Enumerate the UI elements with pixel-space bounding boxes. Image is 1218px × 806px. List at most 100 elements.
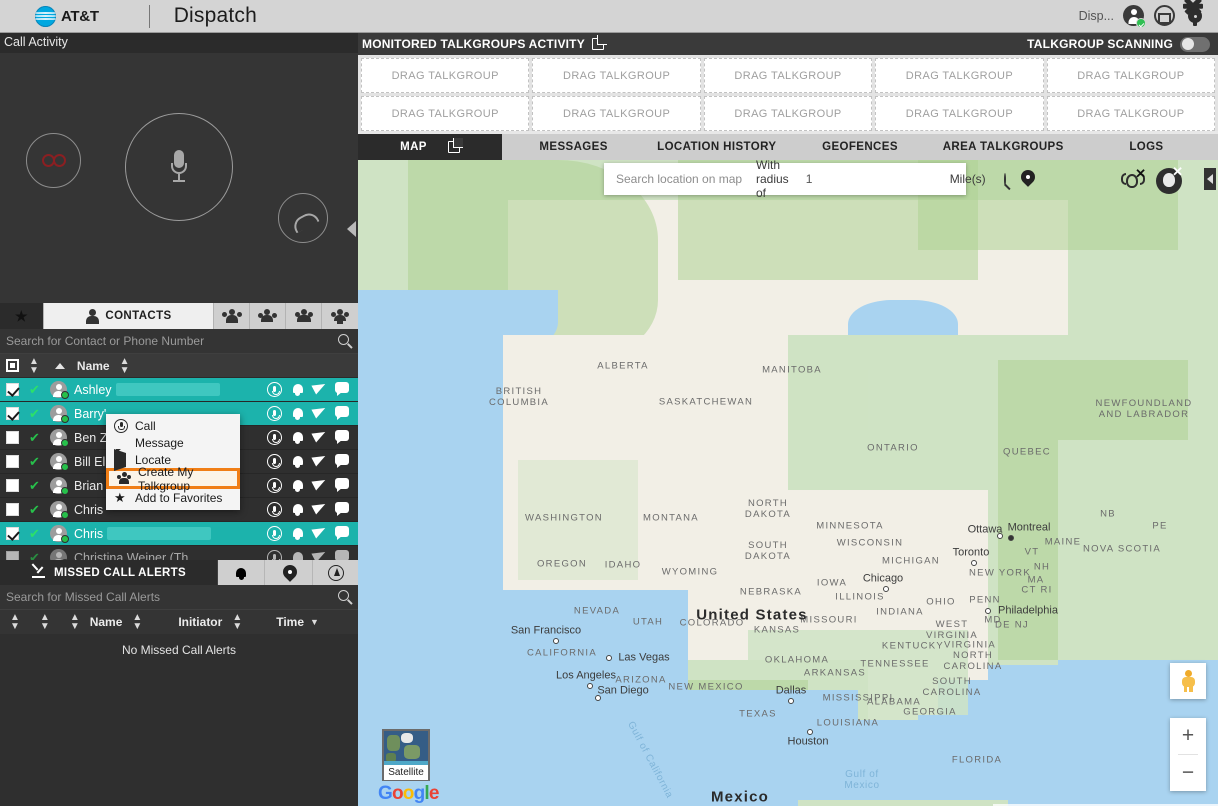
talkgroup-slot[interactable]: DRAG TALKGROUP [1046,96,1216,131]
tab-locations[interactable] [265,560,313,585]
tab-missed-call-alerts[interactable]: MISSED CALL ALERTS [0,560,218,585]
sort-col-3[interactable]: ▲ ▼ [70,613,80,632]
talkgroup-slot[interactable]: DRAG TALKGROUP [361,96,530,131]
talkgroup-scanning-toggle[interactable] [1180,36,1210,52]
talkgroup-slot[interactable]: DRAG TALKGROUP [875,58,1044,93]
popout-icon[interactable] [591,35,607,50]
call-icon[interactable] [267,454,282,469]
message-icon[interactable] [335,550,349,560]
street-view-pegman-icon[interactable] [1170,663,1206,699]
row-checkbox[interactable] [6,527,19,540]
push-to-talk-button[interactable] [125,113,233,221]
contact-context-menu[interactable]: Call Message Locate Create My Talkgroup [106,414,240,510]
missed-calls-search-input[interactable] [0,590,300,604]
zoom-in-button[interactable]: + [1170,718,1206,754]
row-checkbox[interactable] [6,431,19,444]
row-checkbox[interactable] [6,455,19,468]
message-icon[interactable] [335,526,349,540]
talkgroup-slot[interactable]: DRAG TALKGROUP [1046,58,1216,93]
tab-geofences[interactable]: GEOFENCES [788,134,931,160]
tab-area-talkgroups[interactable] [286,303,322,329]
message-icon[interactable] [335,406,349,420]
tab-talkgroups[interactable] [214,303,250,329]
talkgroup-slot[interactable]: DRAG TALKGROUP [875,96,1044,131]
sort-col-1[interactable]: ▲ ▼ [10,613,20,632]
row-checkbox[interactable] [6,503,19,516]
context-menu-item-call[interactable]: Call [106,417,240,434]
alert-icon[interactable] [291,502,304,516]
tab-area-talkgroups[interactable]: AREA TALKGROUPS [932,134,1075,160]
context-menu-item-create-my-talkgroup[interactable]: Create My Talkgroup [106,465,240,493]
id-card-icon[interactable] [1154,5,1176,27]
alert-icon[interactable] [291,430,304,444]
map-collapse-toggle[interactable] [1204,168,1216,190]
message-icon[interactable] [335,430,349,444]
locate-icon[interactable] [311,547,328,560]
voicemail-icon[interactable] [26,133,81,188]
locate-icon[interactable] [311,523,328,539]
sort-time-desc-icon[interactable]: ▼ [310,617,319,627]
call-icon[interactable] [267,502,282,517]
message-icon[interactable] [335,502,349,516]
talkgroup-slot[interactable]: DRAG TALKGROUP [532,58,701,93]
gear-icon[interactable] [1182,0,1205,26]
table-row[interactable]: ✔ Ashley [0,378,358,402]
sort-toggle-1[interactable]: ▲ ▼ [29,356,39,375]
row-checkbox[interactable] [6,551,19,560]
radius-input[interactable] [793,172,942,186]
tab-add-talkgroup[interactable] [322,303,358,329]
clear-geofences-icon[interactable]: ✕ [1156,165,1184,196]
alert-icon[interactable] [291,406,304,420]
message-icon[interactable] [335,478,349,492]
message-icon[interactable] [335,382,349,396]
satellite-toggle-button[interactable]: Satellite [382,729,430,781]
alert-icon[interactable] [291,454,304,468]
select-all-checkbox[interactable] [6,359,19,372]
tab-my-talkgroups[interactable] [250,303,286,329]
sort-name[interactable]: ▲ ▼ [120,356,130,375]
talkgroup-slot[interactable]: DRAG TALKGROUP [532,96,701,131]
collapse-arrow-icon[interactable] [347,221,356,237]
row-checkbox[interactable] [6,383,19,396]
call-icon[interactable] [267,430,282,445]
tab-map[interactable]: MAP [358,134,502,160]
map-search-input[interactable] [604,172,752,186]
search-icon[interactable] [338,590,349,601]
alert-icon[interactable] [291,526,304,540]
tab-messages[interactable]: MESSAGES [502,134,645,160]
alert-icon[interactable] [291,382,304,396]
sort-name[interactable]: ▲ ▼ [132,613,142,632]
call-icon[interactable] [267,478,282,493]
search-icon[interactable] [338,334,349,345]
tab-logs[interactable]: LOGS [1075,134,1218,160]
context-menu-item-add-to-favorites[interactable]: ★ Add to Favorites [106,489,240,506]
table-row[interactable]: ✔ Chris [0,522,358,546]
row-checkbox[interactable] [6,407,19,420]
sort-toggle-2[interactable] [54,362,65,369]
tab-contacts[interactable]: CONTACTS [44,303,214,329]
search-icon[interactable] [1003,172,1006,186]
talkgroup-slot[interactable]: DRAG TALKGROUP [703,58,873,93]
end-call-button[interactable] [278,193,328,243]
locate-icon[interactable] [311,403,328,419]
talkgroup-slot[interactable]: DRAG TALKGROUP [703,96,873,131]
sort-initiator[interactable]: ▲ ▼ [232,613,242,632]
contacts-search-input[interactable] [0,334,300,348]
tab-favorites[interactable]: ★ [0,303,44,329]
locate-icon[interactable] [311,427,328,443]
alert-icon[interactable] [291,478,304,492]
call-icon[interactable] [267,550,282,560]
locate-icon[interactable] [311,475,328,491]
row-checkbox[interactable] [6,479,19,492]
contact-status-icon[interactable] [1123,5,1146,28]
locate-icon[interactable] [311,379,328,395]
clear-locations-icon[interactable]: ✕ [1119,167,1147,196]
map-search-bar[interactable]: With radius of Mile(s) [604,160,1030,200]
call-icon[interactable] [267,406,282,421]
popout-icon[interactable] [447,138,463,153]
tab-alerts[interactable] [218,560,265,585]
locate-icon[interactable] [311,451,328,467]
context-menu-item-message[interactable]: Message [106,434,240,451]
table-row[interactable]: ✔ Christina Weiner (Th [0,546,358,560]
message-icon[interactable] [335,454,349,468]
